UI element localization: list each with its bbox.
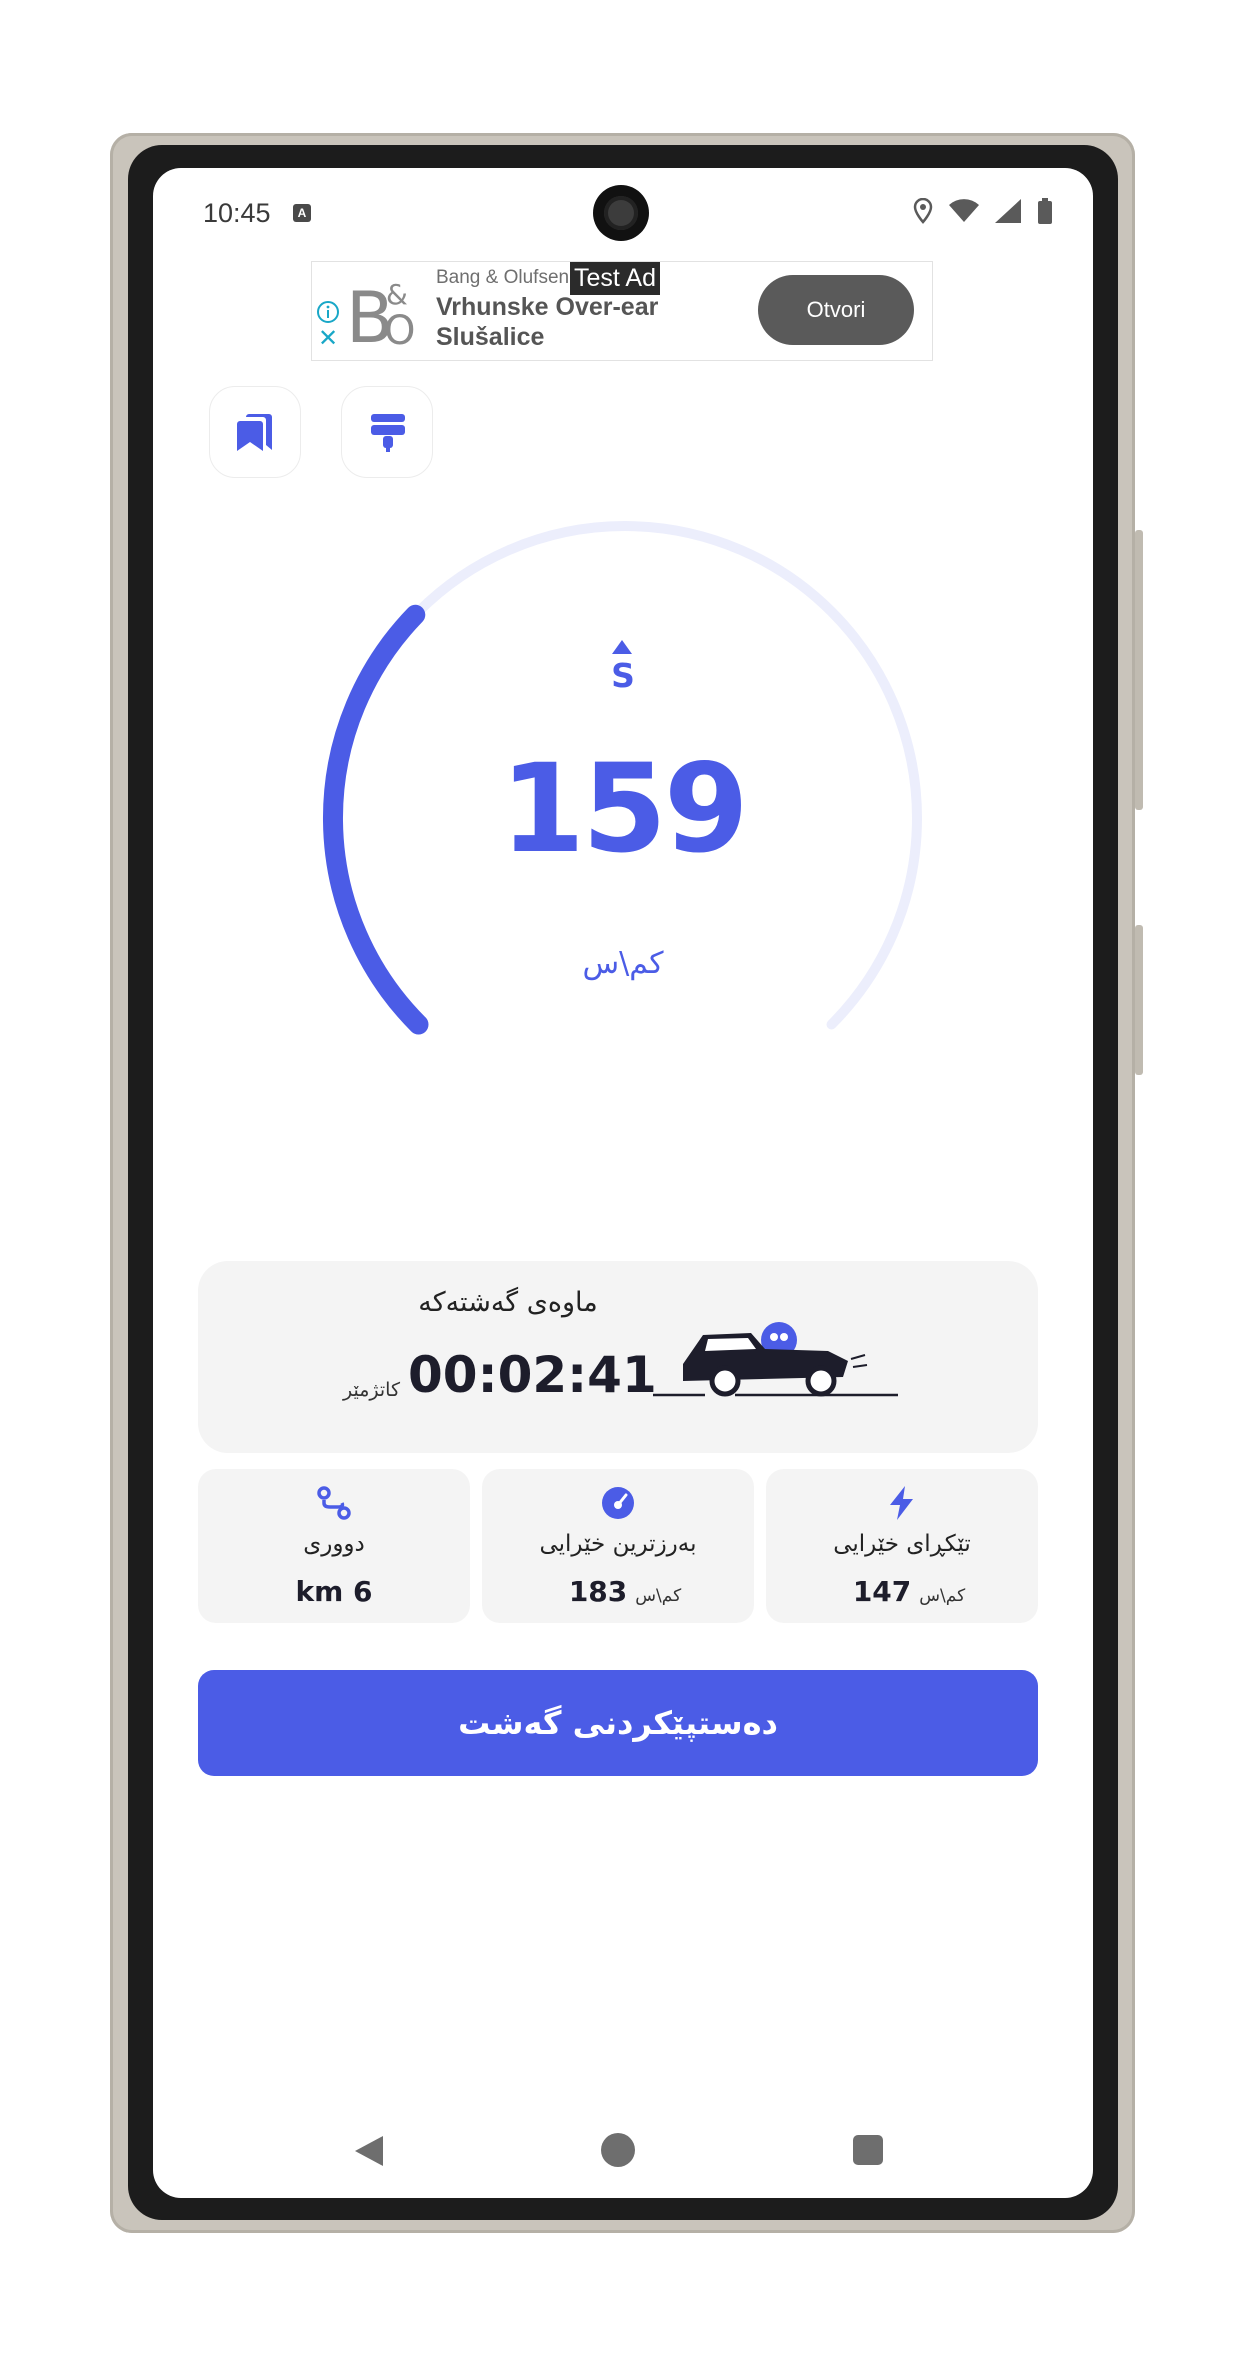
stat-value: km 6	[295, 1575, 373, 1608]
stat-label: تێکڕای خێرایی	[833, 1531, 971, 1557]
ad-brand: Bang & Olufsen	[436, 267, 570, 288]
ad-title: Vrhunske Over-ear Slušalice	[436, 293, 659, 351]
stat-card-distance: دووری km 6	[198, 1469, 470, 1623]
stat-value: 147	[852, 1575, 912, 1608]
ad-open-button[interactable]: Otvori	[758, 275, 914, 345]
back-icon[interactable]	[353, 2134, 385, 2168]
test-ad-label: Test Ad	[570, 262, 660, 295]
trip-duration-card: ماوەی گەشتەکە 00:02:41 کاتژمێر	[198, 1261, 1038, 1453]
phone-screen: 10:45 A ✕ B & O Bang & Olufsen Vrhunske …	[153, 168, 1093, 2198]
stat-value-row: km 6	[198, 1575, 470, 1608]
wifi-icon	[949, 199, 979, 222]
stat-card-max-speed: بەرزترین خێرایی کم\س 183	[482, 1469, 754, 1623]
status-bar: 10:45 A	[153, 168, 1093, 258]
bookmarks-icon	[237, 414, 272, 451]
car-illustration	[653, 1322, 898, 1397]
gauge-progress	[322, 604, 429, 1035]
status-icons	[913, 198, 1053, 224]
trip-duration-value: 00:02:41	[408, 1346, 657, 1404]
stat-label: دووری	[303, 1531, 365, 1557]
compass-direction: S	[611, 656, 635, 695]
ad-banner[interactable]: ✕ B & O Bang & Olufsen Vrhunske Over-ear…	[311, 261, 933, 361]
svg-text:&: &	[386, 278, 408, 311]
trip-duration-unit: کاتژمێر	[343, 1379, 400, 1401]
trip-duration-label: ماوەی گەشتەکە	[418, 1287, 598, 1318]
notification-icon: A	[293, 204, 311, 222]
power-button	[1135, 925, 1143, 1075]
saved-trips-button[interactable]	[209, 386, 301, 478]
ad-close-icon[interactable]: ✕	[318, 326, 338, 350]
stat-unit: کم\س	[919, 1586, 966, 1606]
volume-button	[1135, 530, 1143, 810]
stat-card-average-speed: تێکڕای خێرایی کم\س 147	[766, 1469, 1038, 1623]
location-icon	[913, 198, 933, 224]
paint-roller-icon	[371, 414, 405, 452]
ad-brand-logo: B & O	[346, 277, 415, 350]
front-camera	[593, 185, 649, 241]
theme-button[interactable]	[341, 386, 433, 478]
compass-arrow-icon	[612, 640, 632, 654]
stat-value-row: کم\س 183	[482, 1575, 754, 1608]
route-icon	[317, 1486, 351, 1520]
speedometer-icon	[602, 1487, 634, 1519]
cellular-icon	[995, 199, 1021, 223]
speed-unit: کم\س	[582, 946, 664, 981]
status-time: 10:45	[203, 198, 271, 228]
navigation-bar	[153, 2118, 1093, 2188]
stat-value: 183	[568, 1575, 628, 1608]
battery-icon	[1038, 198, 1052, 224]
stat-value-row: کم\س 147	[766, 1575, 1038, 1608]
svg-text:O: O	[384, 308, 415, 350]
recents-icon[interactable]	[853, 2135, 883, 2165]
stat-label: بەرزترین خێرایی	[539, 1531, 697, 1557]
stat-unit: کم\س	[635, 1586, 682, 1606]
ad-info-icon[interactable]	[316, 300, 340, 324]
start-trip-button[interactable]: دەستپێکردنی گەشت	[198, 1670, 1038, 1776]
current-speed: 159	[500, 738, 749, 880]
home-icon[interactable]	[601, 2133, 635, 2167]
lightning-icon	[890, 1486, 913, 1520]
